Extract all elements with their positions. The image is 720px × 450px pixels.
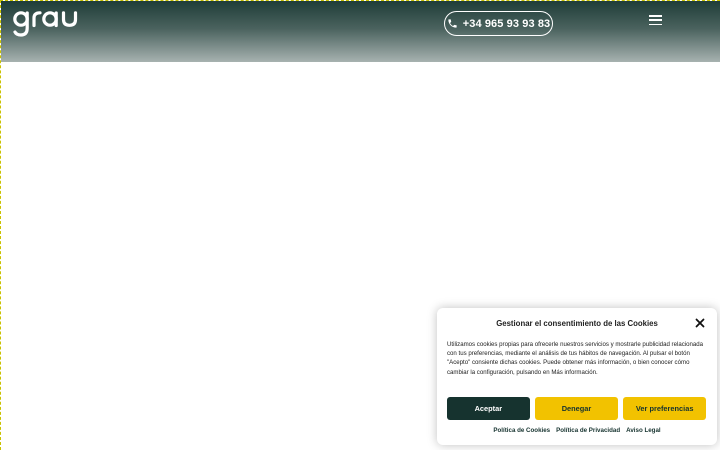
preferences-button[interactable]: Ver preferencias	[623, 397, 707, 420]
close-icon[interactable]	[695, 318, 705, 328]
cookie-banner-text: Utilizamos cookies propias para ofrecerl…	[447, 341, 704, 376]
grau-logo[interactable]	[12, 4, 90, 40]
menu-line	[649, 19, 662, 21]
deny-button[interactable]: Denegar	[535, 397, 618, 420]
privacy-policy-link[interactable]: Política de Privacidad	[556, 427, 620, 434]
page: +34 965 93 93 83 Gestionar el consentimi…	[0, 0, 720, 450]
legal-notice-link[interactable]: Aviso Legal	[626, 427, 661, 434]
phone-number: +34 965 93 93 83	[462, 17, 551, 30]
menu-line	[649, 15, 662, 17]
site-header: +34 965 93 93 83	[1, 1, 720, 62]
phone-button[interactable]: +34 965 93 93 83	[444, 11, 553, 36]
cookie-policy-link[interactable]: Política de Cookies	[493, 427, 550, 434]
cookie-banner-title: Gestionar el consentimiento de las Cooki…	[496, 319, 658, 328]
menu-line	[649, 23, 662, 25]
cookie-policy-links: Política de Cookies Política de Privacid…	[437, 427, 717, 434]
phone-icon	[447, 18, 458, 29]
hamburger-menu-icon[interactable]	[649, 14, 662, 26]
accept-button[interactable]: Aceptar	[447, 397, 530, 420]
cookie-button-group: Aceptar Denegar Ver preferencias	[447, 397, 707, 420]
cookie-consent-banner: Gestionar el consentimiento de las Cooki…	[437, 308, 717, 445]
